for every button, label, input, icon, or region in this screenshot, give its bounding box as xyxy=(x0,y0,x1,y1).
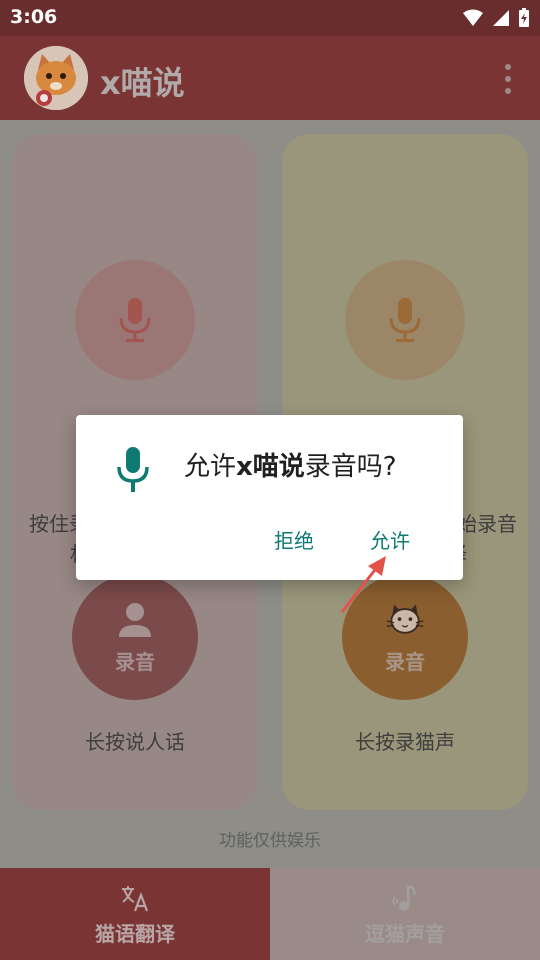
footnote: 功能仅供娱乐 xyxy=(219,831,321,851)
allow-button[interactable]: 允许 xyxy=(370,525,410,554)
mic-button-human[interactable] xyxy=(75,260,195,380)
dialog-title-app: x喵说 xyxy=(236,452,305,482)
record-human-button[interactable]: 录音 xyxy=(72,574,198,700)
pointer-arrow xyxy=(340,556,386,613)
deny-button[interactable]: 拒绝 xyxy=(274,525,314,554)
dialog-title-suffix: 录音吗? xyxy=(304,452,397,482)
microphone-icon xyxy=(117,447,149,492)
microphone-icon xyxy=(389,298,421,342)
mic-button-cat[interactable] xyxy=(345,260,465,380)
human-caption: 长按说人话 xyxy=(85,730,185,754)
avatar[interactable] xyxy=(24,46,88,110)
cat-caption: 长按录猫声 xyxy=(355,730,455,754)
record-cat-label: 录音 xyxy=(385,649,425,674)
nav-cat-translate[interactable]: 猫语翻译 xyxy=(0,868,270,960)
wifi-icon xyxy=(463,9,483,26)
dialog-title: 允许x喵说录音吗? xyxy=(184,446,397,483)
person-icon xyxy=(115,600,155,640)
translate-icon xyxy=(119,882,151,914)
app-title: x喵说 xyxy=(100,64,185,102)
cat-avatar-icon xyxy=(24,46,88,110)
dialog-title-prefix: 允许 xyxy=(184,452,237,482)
bottom-nav: 猫语翻译 逗猫声音 xyxy=(0,868,540,960)
status-time: 3:06 xyxy=(10,6,58,28)
app-bar: x喵说 xyxy=(0,36,540,120)
status-bar: 3:06 xyxy=(0,0,540,36)
nav-cat-sounds-label: 逗猫声音 xyxy=(365,921,445,946)
nav-cat-translate-label: 猫语翻译 xyxy=(95,921,175,946)
permission-dialog: 允许x喵说录音吗? 拒绝 允许 xyxy=(76,415,463,580)
music-note-icon xyxy=(389,882,421,914)
nav-cat-sounds[interactable]: 逗猫声音 xyxy=(270,868,540,960)
status-icons xyxy=(462,8,530,28)
microphone-icon xyxy=(119,298,151,342)
battery-icon xyxy=(519,8,529,27)
record-human-label: 录音 xyxy=(115,649,155,674)
more-vert-icon[interactable] xyxy=(502,64,514,94)
cat-hint: 始录音 xyxy=(457,512,517,536)
signal-icon xyxy=(493,10,509,26)
